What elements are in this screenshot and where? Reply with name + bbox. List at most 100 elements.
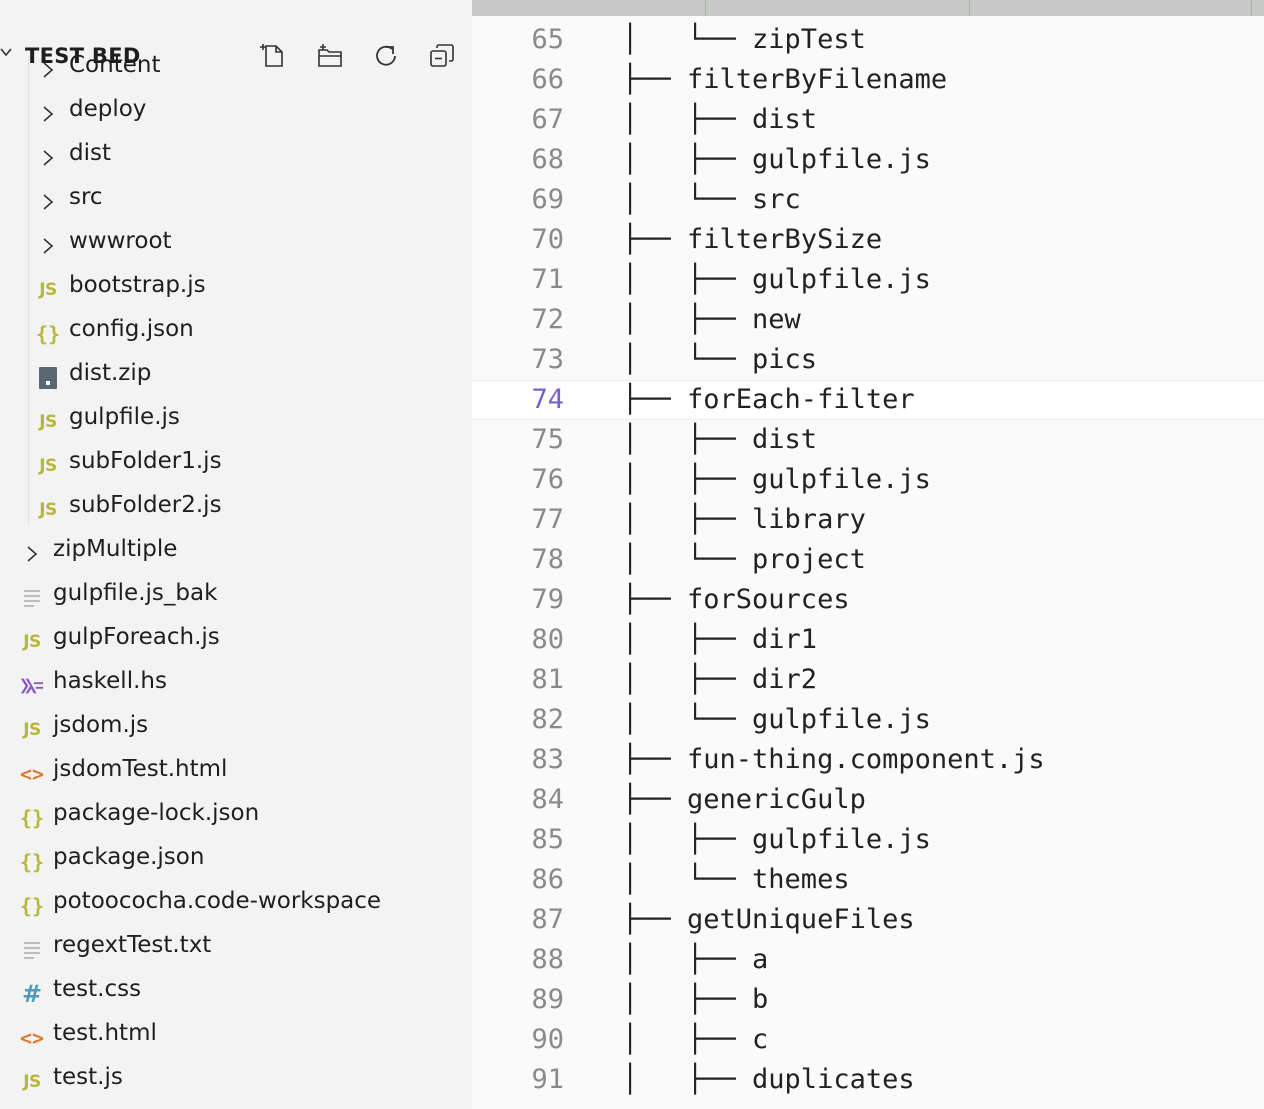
file-item[interactable]: <> test.html	[0, 1015, 472, 1059]
javascript-file-icon: JS	[39, 456, 57, 476]
code-line[interactable]: 79 ├── forSources	[472, 580, 1264, 620]
file-item[interactable]: JS gulpfile.js	[0, 399, 472, 443]
chevron-right-icon[interactable]	[36, 190, 60, 214]
line-number: 84	[531, 784, 564, 815]
folder-item[interactable]: zipMultiple	[0, 531, 472, 575]
line-number: 74	[531, 384, 564, 415]
tree-item-label: zipMultiple	[53, 536, 178, 562]
tree-item-label: potoococha.code-workspace	[53, 888, 382, 914]
code-line[interactable]: 87 ├── getUniqueFiles	[472, 900, 1264, 940]
editor[interactable]: 65 │ └── zipTest 66 ├── filterByFilename 67 │…	[472, 0, 1264, 1109]
code-line[interactable]: 91 │ ├── duplicates	[472, 1060, 1264, 1100]
line-text: │ ├── a	[622, 944, 769, 975]
code-line[interactable]: 66 ├── filterByFilename	[472, 60, 1264, 100]
line-number: 69	[531, 184, 564, 215]
line-number: 71	[531, 264, 564, 295]
folder-item[interactable]: deploy	[0, 91, 472, 135]
file-item[interactable]: JS bootstrap.js	[0, 267, 472, 311]
code-line[interactable]: 90 │ ├── c	[472, 1020, 1264, 1060]
zip-file-icon	[36, 366, 60, 390]
file-item[interactable]: JS subFolder1.js	[0, 443, 472, 487]
file-item[interactable]: JS gulpForeach.js	[0, 619, 472, 663]
file-item[interactable]: JS jsdom.js	[0, 707, 472, 751]
tree-item-label: jsdom.js	[53, 712, 149, 738]
tree-item-label: package-lock.json	[53, 800, 260, 826]
code-line[interactable]: 76 │ ├── gulpfile.js	[472, 460, 1264, 500]
tree-item-label: wwwroot	[69, 228, 172, 254]
code-line[interactable]: 67 │ ├── dist	[472, 100, 1264, 140]
file-item[interactable]: dist.zip	[0, 355, 472, 399]
folder-item[interactable]: wwwroot	[0, 223, 472, 267]
tree-item-label: subFolder2.js	[69, 492, 222, 518]
file-item[interactable]: regextTest.txt	[0, 927, 472, 971]
line-text: │ ├── duplicates	[622, 1064, 915, 1095]
file-item[interactable]: {} potoococha.code-workspace	[0, 883, 472, 927]
file-item[interactable]: JS test.js	[0, 1059, 472, 1103]
code-line[interactable]: 68 │ ├── gulpfile.js	[472, 140, 1264, 180]
chevron-right-icon[interactable]	[20, 542, 44, 566]
code-line[interactable]: 71 │ ├── gulpfile.js	[472, 260, 1264, 300]
line-text: ├── filterByFilename	[622, 64, 948, 95]
tree-item-label: test.html	[53, 1020, 157, 1046]
code-line[interactable]: 74 ├── forEach-filter	[472, 380, 1264, 420]
chevron-right-icon[interactable]	[36, 102, 60, 126]
line-text: │ ├── new	[622, 304, 801, 335]
tab-divider	[1251, 0, 1252, 16]
html-file-icon: <>	[19, 762, 45, 786]
line-number: 70	[531, 224, 564, 255]
line-number: 85	[531, 824, 564, 855]
line-number: 75	[531, 424, 564, 455]
text-file-icon	[20, 586, 44, 610]
json-file-icon: {}	[19, 850, 45, 874]
code-line[interactable]: 82 │ └── gulpfile.js	[472, 700, 1264, 740]
tree-item-label: regextTest.txt	[53, 932, 212, 958]
file-item[interactable]: {} config.json	[0, 311, 472, 355]
file-item[interactable]: gulpfile.js_bak	[0, 575, 472, 619]
line-text: ├── getUniqueFiles	[622, 904, 915, 935]
code-line[interactable]: 84 ├── genericGulp	[472, 780, 1264, 820]
code-line[interactable]: 86 │ └── themes	[472, 860, 1264, 900]
line-number: 68	[531, 144, 564, 175]
tree-item-label: src	[69, 184, 103, 210]
file-item[interactable]: {} package.json	[0, 839, 472, 883]
file-item[interactable]: JS subFolder2.js	[0, 487, 472, 531]
code-line[interactable]: 89 │ ├── b	[472, 980, 1264, 1020]
code-line[interactable]: 77 │ ├── library	[472, 500, 1264, 540]
code-line[interactable]: 80 │ ├── dir1	[472, 620, 1264, 660]
chevron-right-icon[interactable]	[36, 58, 60, 82]
code-line[interactable]: 81 │ ├── dir2	[472, 660, 1264, 700]
line-text: ├── forEach-filter	[622, 384, 915, 415]
line-text: │ └── zipTest	[622, 24, 866, 55]
tree-item-label: jsdomTest.html	[53, 756, 228, 782]
css-file-icon: #	[21, 980, 43, 1008]
folder-item[interactable]: src	[0, 179, 472, 223]
chevron-right-icon[interactable]	[36, 234, 60, 258]
javascript-file-icon: JS	[23, 1072, 41, 1092]
line-text: │ └── gulpfile.js	[622, 704, 931, 735]
line-number: 80	[531, 624, 564, 655]
tree-item-label: test.js	[53, 1064, 123, 1090]
code-line[interactable]: 88 │ ├── a	[472, 940, 1264, 980]
line-text: ├── filterBySize	[622, 224, 883, 255]
code-line[interactable]: 78 │ └── project	[472, 540, 1264, 580]
tree-item-label: gulpfile.js	[69, 404, 180, 430]
tree-item-label: subFolder1.js	[69, 448, 222, 474]
code-line[interactable]: 65 │ └── zipTest	[472, 20, 1264, 60]
file-item[interactable]: {} package-lock.json	[0, 795, 472, 839]
code-line[interactable]: 72 │ ├── new	[472, 300, 1264, 340]
code-line[interactable]: 75 │ ├── dist	[472, 420, 1264, 460]
code-line[interactable]: 69 │ └── src	[472, 180, 1264, 220]
chevron-right-icon[interactable]	[36, 146, 60, 170]
file-item[interactable]: # test.css	[0, 971, 472, 1015]
code-line[interactable]: 70 ├── filterBySize	[472, 220, 1264, 260]
code-line[interactable]: 83 ├── fun-thing.component.js	[472, 740, 1264, 780]
code-line[interactable]: 85 │ ├── gulpfile.js	[472, 820, 1264, 860]
code-line[interactable]: 73 │ └── pics	[472, 340, 1264, 380]
tree-item-label: gulpForeach.js	[53, 624, 220, 650]
file-item[interactable]: <> jsdomTest.html	[0, 751, 472, 795]
folder-item[interactable]: dist	[0, 135, 472, 179]
file-item[interactable]: haskell.hs	[0, 663, 472, 707]
line-text: ├── genericGulp	[622, 784, 866, 815]
tree-item-label: haskell.hs	[53, 668, 167, 694]
folder-item[interactable]: Content	[0, 47, 472, 91]
